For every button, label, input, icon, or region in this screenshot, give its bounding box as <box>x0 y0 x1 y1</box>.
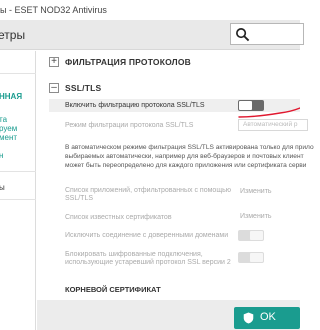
edit-filtered-apps-link[interactable]: Изменить <box>240 188 272 195</box>
edit-known-certs-link[interactable]: Изменить <box>240 213 272 220</box>
page-title: етры <box>0 28 26 42</box>
toggle-knob <box>239 101 252 110</box>
section-title-protocol-filtering[interactable]: ФИЛЬТРАЦИЯ ПРОТОКОЛОВ <box>65 57 191 67</box>
description-line: выбираемых автоматически, например для в… <box>65 153 304 160</box>
shield-icon <box>243 312 254 324</box>
sidebar-item-tools[interactable]: ы <box>0 183 5 193</box>
sidebar: ННАЯ та руем мент н ы <box>0 51 36 330</box>
exclude-trusted-domains-label: Исключить соединение с доверенными домен… <box>65 232 229 239</box>
toggle-knob <box>250 253 263 262</box>
ok-label: OK <box>260 311 276 323</box>
sidebar-divider <box>0 73 36 74</box>
expand-protocol-filtering-button[interactable]: + <box>49 56 59 67</box>
enable-ssl-filtering-toggle[interactable] <box>238 100 264 111</box>
settings-content: + ФИЛЬТРАЦИЯ ПРОТОКОЛОВ – SSL/TLS Включи… <box>37 51 314 330</box>
search-input[interactable] <box>230 23 304 45</box>
sidebar-divider <box>0 199 36 200</box>
ok-button[interactable]: OK <box>234 307 300 329</box>
sidebar-item-client[interactable]: мент <box>0 133 17 143</box>
search-icon[interactable] <box>235 27 250 42</box>
section-title-ssl-tls[interactable]: SSL/TLS <box>65 83 101 93</box>
minus-icon: – <box>51 82 57 93</box>
sidebar-divider <box>0 171 36 172</box>
sidebar-item-advanced[interactable]: ННАЯ <box>0 92 22 102</box>
ssl-mode-description: В автоматическом режиме фильтрация SSL/T… <box>65 143 314 170</box>
block-ssl2-toggle[interactable] <box>238 252 264 263</box>
ssl-mode-select[interactable]: Автоматический р <box>238 119 308 131</box>
exclude-trusted-domains-toggle[interactable] <box>238 230 264 241</box>
description-line: может быть переопределено для каждого пр… <box>65 162 307 169</box>
settings-toolbar: етры <box>0 20 304 50</box>
section-title-root-certificate: КОРНЕВОЙ СЕРТИФИКАТ <box>65 285 161 294</box>
sidebar-item-misc[interactable]: н <box>0 151 3 161</box>
description-line: В автоматическом режиме фильтрация SSL/T… <box>65 144 314 151</box>
window-title: ы - ESET NOD32 Antivirus <box>0 5 107 15</box>
known-certs-label: Список известных сертификатов <box>65 214 172 221</box>
plus-icon: + <box>51 56 57 67</box>
enable-ssl-filtering-label: Включить фильтрацию протокола SSL/TLS <box>65 102 205 109</box>
ssl-mode-label: Режим фильтрации протокола SSL/TLS <box>65 122 194 129</box>
window-titlebar: ы - ESET NOD32 Antivirus <box>0 0 300 20</box>
toggle-knob <box>250 231 263 240</box>
collapse-ssl-tls-button[interactable]: – <box>49 82 59 93</box>
block-ssl2-label-2: использующие устаревший протокол SSL вер… <box>65 259 231 266</box>
filtered-apps-label-2: SSL/TLS <box>65 195 94 202</box>
